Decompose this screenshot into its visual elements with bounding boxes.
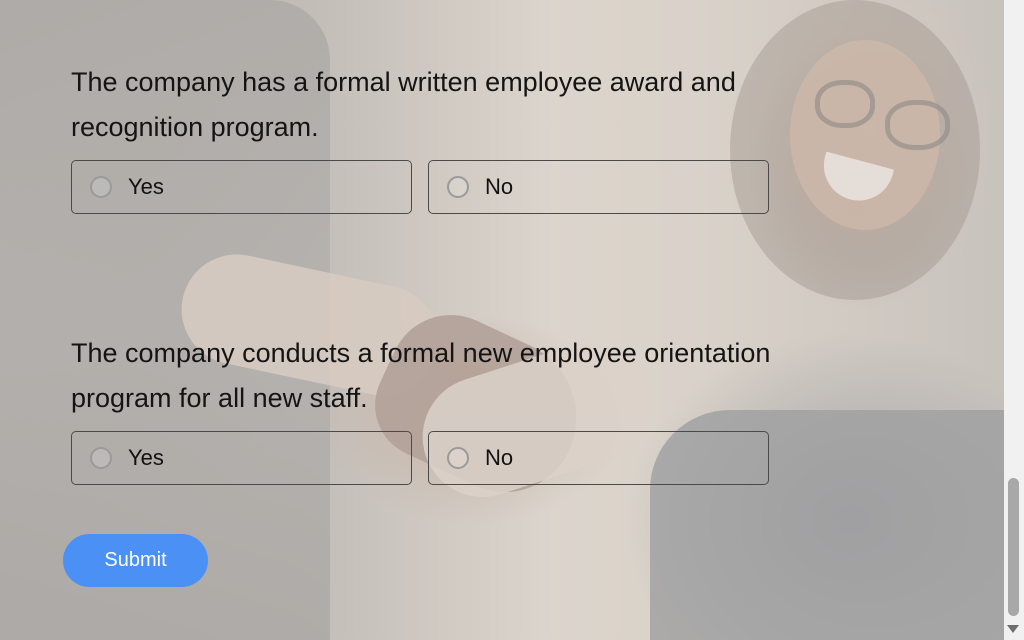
submit-button[interactable]: Submit (63, 534, 208, 587)
question-2-option-yes[interactable]: Yes (71, 431, 412, 485)
option-label: No (485, 445, 514, 470)
radio-circle-icon[interactable] (90, 447, 112, 469)
radio-circle-icon[interactable] (447, 176, 469, 198)
option-label: No (485, 174, 514, 199)
survey-form: The company has a formal written employe… (0, 0, 1004, 640)
chevron-down-icon[interactable] (1007, 625, 1019, 633)
radio-circle-icon[interactable] (90, 176, 112, 198)
question-2-option-no[interactable]: No (428, 431, 769, 485)
question-2-text: The company conducts a formal new employ… (71, 338, 771, 413)
question-1-option-yes[interactable]: Yes (71, 160, 412, 214)
radio-circle-icon[interactable] (447, 447, 469, 469)
option-label: Yes (128, 445, 164, 470)
question-1-option-no[interactable]: No (428, 160, 769, 214)
option-label: Yes (128, 174, 164, 199)
scrollbar-thumb[interactable] (1008, 478, 1019, 616)
question-1-text: The company has a formal written employe… (71, 67, 736, 142)
